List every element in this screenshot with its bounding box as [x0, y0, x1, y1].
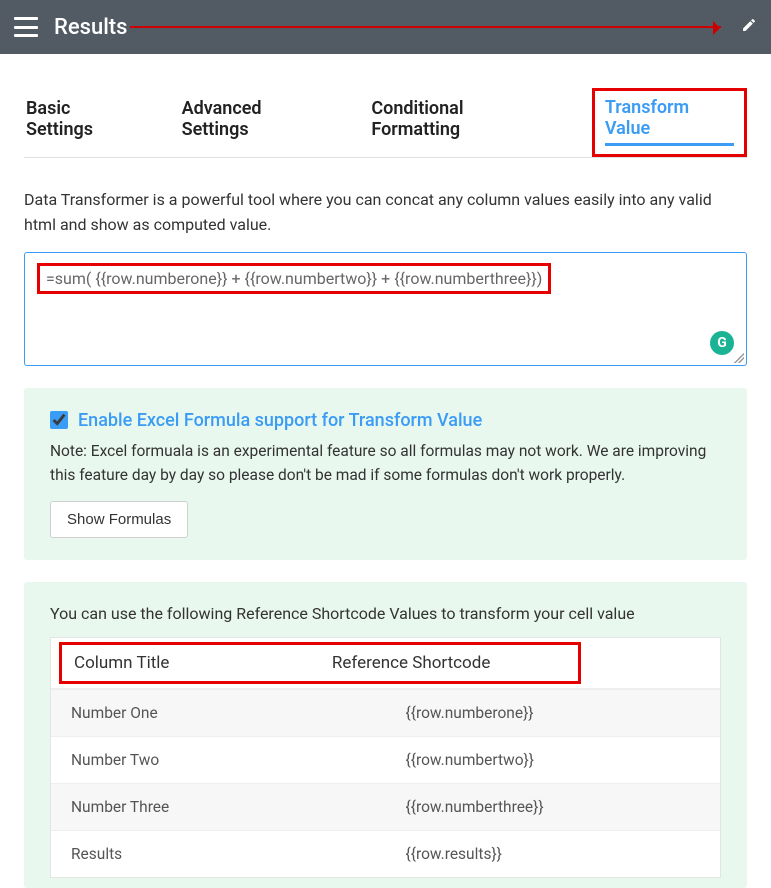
enable-excel-label[interactable]: Enable Excel Formula support for Transfo… [78, 410, 482, 431]
cell-code: {{row.numberone}} [386, 690, 721, 736]
tab-conditional-formatting[interactable]: Conditional Formatting [369, 88, 551, 157]
shortcode-panel: You can use the following Reference Shor… [24, 582, 747, 888]
excel-note: Note: Excel formuala is an experimental … [50, 439, 721, 487]
tab-basic-settings[interactable]: Basic Settings [24, 88, 140, 157]
resize-handle-icon[interactable] [734, 353, 744, 363]
annotation-arrow [130, 26, 721, 28]
cell-code: {{row.results}} [386, 831, 721, 877]
table-row: Number Three {{row.numberthree}} [51, 783, 720, 830]
cell-title: Results [51, 831, 386, 877]
grammarly-icon[interactable]: G [710, 331, 734, 355]
shortcode-table: Column Title Reference Shortcode Number … [50, 637, 721, 878]
tab-advanced-settings[interactable]: Advanced Settings [180, 88, 330, 157]
reference-shortcode-header: Reference Shortcode [320, 645, 578, 681]
edit-icon[interactable] [741, 17, 757, 37]
cell-title: Number One [51, 690, 386, 736]
formula-text: =sum( {{row.numberone}} + {{row.numbertw… [37, 263, 551, 294]
tab-transform-value-label: Transform Value [605, 97, 734, 146]
table-header-highlight: Column Title Reference Shortcode [59, 642, 581, 684]
cell-code: {{row.numberthree}} [386, 784, 721, 830]
menu-icon[interactable] [14, 17, 38, 37]
transformer-description: Data Transformer is a powerful tool wher… [24, 188, 747, 238]
cell-title: Number Two [51, 737, 386, 783]
table-row: Number One {{row.numberone}} [51, 689, 720, 736]
content-area: Basic Settings Advanced Settings Conditi… [0, 54, 771, 888]
column-title-header: Column Title [62, 645, 320, 681]
topbar: Results [0, 0, 771, 54]
page-title: Results [54, 15, 127, 40]
formula-input[interactable]: =sum( {{row.numberone}} + {{row.numbertw… [24, 252, 747, 366]
table-header: Column Title Reference Shortcode [51, 638, 720, 689]
shortcode-intro: You can use the following Reference Shor… [50, 604, 721, 623]
show-formulas-button[interactable]: Show Formulas [50, 501, 188, 538]
excel-formula-panel: Enable Excel Formula support for Transfo… [24, 388, 747, 560]
tabs: Basic Settings Advanced Settings Conditi… [24, 72, 747, 158]
enable-excel-checkbox[interactable] [50, 411, 68, 429]
cell-code: {{row.numbertwo}} [386, 737, 721, 783]
tab-transform-value[interactable]: Transform Value [592, 88, 747, 157]
cell-title: Number Three [51, 784, 386, 830]
table-row: Number Two {{row.numbertwo}} [51, 736, 720, 783]
table-row: Results {{row.results}} [51, 830, 720, 877]
